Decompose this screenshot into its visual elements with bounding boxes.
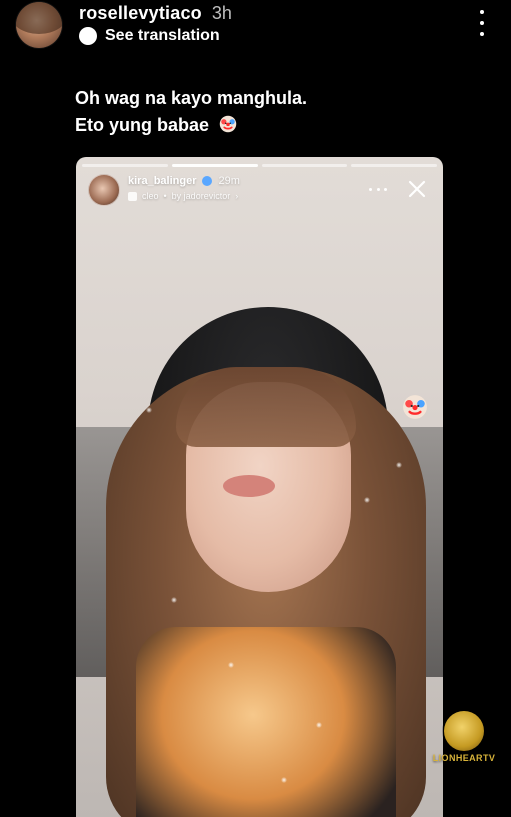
story-music-artist: by jadorevictor <box>171 191 231 201</box>
see-translation-button[interactable]: See translation <box>105 27 220 45</box>
progress-segment <box>82 164 168 167</box>
story-avatar[interactable] <box>88 174 120 206</box>
story-subject-bangs <box>176 367 356 447</box>
caption-line-2-text: Eto yung babae <box>75 115 210 135</box>
story-username[interactable]: kira_balinger <box>128 175 196 187</box>
more-options-dot <box>480 21 484 25</box>
story-time: 29m <box>218 175 240 187</box>
caption-line-1: Oh wag na kayo manghula. <box>75 88 308 108</box>
clown-icon <box>403 395 427 419</box>
story-user-row: kira_balinger 29m <box>128 175 240 187</box>
story-more-dot <box>376 187 380 191</box>
sparkle-icon <box>396 462 402 468</box>
translate-row[interactable]: See translation <box>79 27 220 45</box>
story-header: kira_balinger 29m cleo • by jadorevictor… <box>88 174 431 206</box>
story-subject-shirt <box>136 627 396 817</box>
sparkle-icon <box>316 722 322 728</box>
sparkle-icon <box>228 662 234 668</box>
progress-segment <box>171 164 258 167</box>
username-row: rosellevytiaco 3h <box>79 3 232 24</box>
translate-icon <box>79 27 97 45</box>
story-more-icon[interactable] <box>369 174 387 204</box>
post-header: rosellevytiaco 3h See translation <box>0 0 511 60</box>
chevron-right-icon: › <box>235 191 239 201</box>
caption-line-2: Eto yung babae <box>75 112 307 139</box>
profile-avatar[interactable] <box>16 2 62 48</box>
more-options-icon[interactable] <box>479 10 485 36</box>
story-subject-lips <box>223 475 275 497</box>
progress-segment <box>351 164 437 167</box>
sparkle-icon <box>281 777 287 783</box>
close-icon[interactable] <box>403 174 431 204</box>
story-progress-bar <box>82 164 437 167</box>
sparkle-icon <box>146 407 152 413</box>
post-caption: Oh wag na kayo manghula. Eto yung babae <box>75 85 307 139</box>
clown-icon <box>219 115 237 133</box>
more-options-dot <box>480 10 484 14</box>
sparkle-icon <box>171 597 177 603</box>
story-more-dot <box>369 187 372 191</box>
verified-icon <box>202 176 213 186</box>
story-music-title: cleo <box>142 191 159 201</box>
story-music-row[interactable]: cleo • by jadorevictor › <box>128 191 238 201</box>
music-separator-icon: • <box>163 191 167 201</box>
story-more-dot <box>384 187 387 191</box>
music-icon <box>128 191 137 201</box>
more-options-dot <box>480 32 484 36</box>
post-time: 3h <box>211 3 232 23</box>
lion-logo-icon <box>444 711 484 751</box>
shared-story-card[interactable]: kira_balinger 29m cleo • by jadorevictor… <box>76 157 443 817</box>
avatar-hair-decoration <box>16 2 62 34</box>
progress-segment <box>261 164 348 167</box>
watermark-brand: LIONHEARTV <box>432 753 496 763</box>
sparkle-icon <box>364 497 370 503</box>
post-username[interactable]: rosellevytiaco <box>79 3 202 24</box>
watermark-logo: LIONHEARTV <box>433 711 495 773</box>
